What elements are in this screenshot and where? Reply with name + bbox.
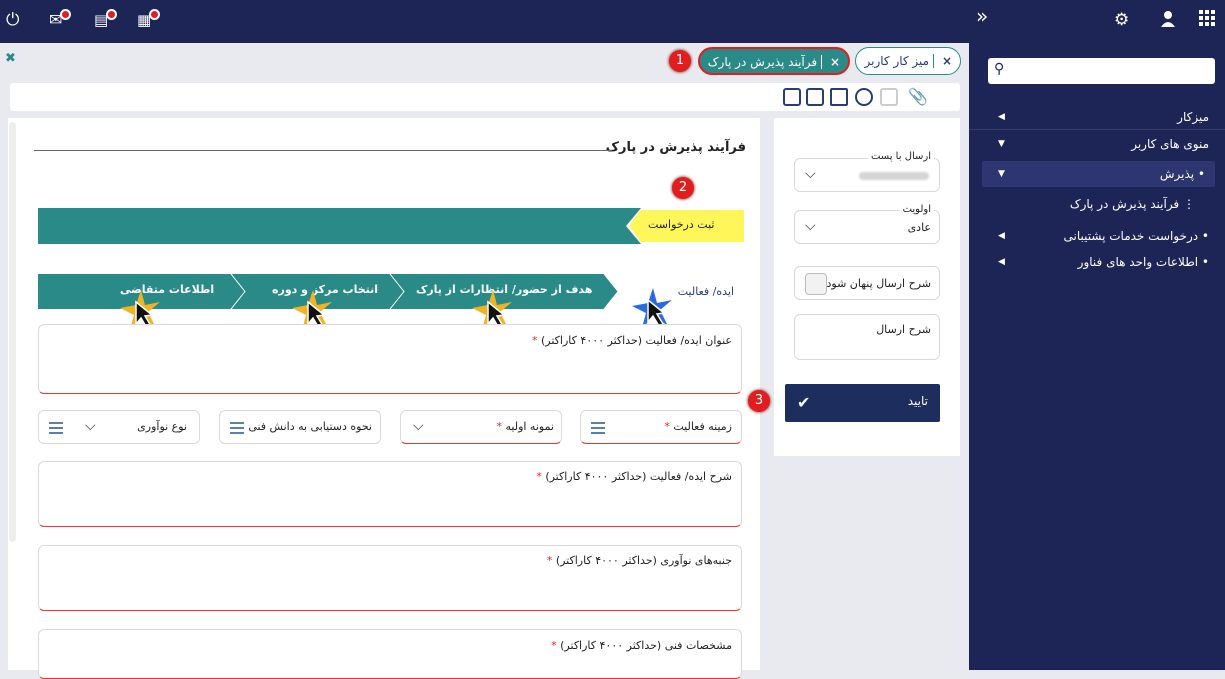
chevron-down-icon: ⌵ bbox=[413, 418, 424, 434]
step-bar-top bbox=[38, 208, 746, 244]
apps-grid-icon[interactable] bbox=[1199, 10, 1215, 31]
sidebar: ⚲ میزکار ◀ منوی های کاربر ▼ • پذیرش ▼ ⋮ … bbox=[969, 43, 1225, 670]
technical-specs-label: مشخصات فنی (حداکثر ۴۰۰۰ کاراکتر) * bbox=[551, 639, 732, 652]
chevron-down-icon: ⌵ bbox=[805, 218, 816, 234]
calendar-icon[interactable]: ▦ bbox=[137, 9, 161, 30]
hide-description-toggle[interactable]: شرح ارسال پنهان شود bbox=[794, 266, 940, 300]
send-by-post-label: ارسال با پست bbox=[867, 151, 934, 162]
sidebar-item-tech-units[interactable]: • اطلاعات واحد های فناور ◀ bbox=[969, 249, 1225, 275]
document-icon[interactable]: ▤ bbox=[94, 9, 118, 30]
chevron-down-icon: ▼ bbox=[998, 139, 1005, 149]
save-as-icon[interactable] bbox=[806, 88, 824, 106]
scrollbar-track[interactable] bbox=[9, 122, 16, 542]
chevron-left-icon: ◀ bbox=[998, 231, 1005, 241]
tab-close-icon[interactable]: × bbox=[942, 54, 952, 68]
search-input[interactable]: ⚲ bbox=[988, 58, 1215, 84]
priority-label: اولویت bbox=[899, 204, 934, 215]
idea-description-label: شرح ایده/ فعالیت (حداکثر ۴۰۰۰ کاراکتر) * bbox=[536, 470, 732, 483]
tab-label: فرآیند پذیرش در پارک bbox=[707, 55, 818, 69]
chevron-left-icon: ◀ bbox=[998, 257, 1005, 267]
attachment-icon[interactable]: 📎 bbox=[908, 87, 928, 106]
list-icon bbox=[230, 422, 244, 434]
chevron-down-icon: ⌵ bbox=[85, 418, 96, 434]
confirm-label: تایید bbox=[907, 394, 928, 408]
save-icon[interactable] bbox=[783, 88, 801, 106]
innovation-type-label: نوع نوآوری bbox=[137, 420, 187, 433]
idea-title-label: عنوان ایده/ فعالیت (حداکثر ۴۰۰۰ کاراکتر)… bbox=[532, 334, 732, 347]
chevron-down-icon: ▼ bbox=[998, 169, 1005, 179]
sidebar-item-user-menus[interactable]: منوی های کاربر ▼ bbox=[969, 131, 1225, 157]
list-icon bbox=[49, 422, 63, 434]
access-method-label: نحوه دستیابی به دانش فنی bbox=[248, 420, 372, 433]
priority-select[interactable]: ⌵ عادی bbox=[794, 210, 940, 244]
send-by-post-value bbox=[859, 172, 929, 180]
chevron-left-icon: ◀ bbox=[998, 112, 1005, 122]
tab-admission-process[interactable]: × فرآیند پذیرش در پارک bbox=[698, 47, 850, 75]
sidebar-item-desk[interactable]: میزکار ◀ bbox=[969, 104, 1225, 130]
innovation-aspects-label: جنبه‌های نوآوری (حداکثر ۴۰۰۰ کاراکتر) * bbox=[546, 554, 732, 567]
technical-specs-field[interactable] bbox=[38, 629, 742, 679]
access-method-select[interactable]: نحوه دستیابی به دانش فنی bbox=[219, 410, 381, 444]
toolbar: 📎 bbox=[10, 83, 960, 111]
step-submit-request[interactable]: ثبت درخواست bbox=[648, 218, 714, 231]
title-divider bbox=[34, 150, 612, 151]
callout-badge-1: 1 bbox=[669, 50, 691, 72]
sidebar-item-support[interactable]: • درخواست خدمات پشتیبانی ◀ bbox=[969, 223, 1225, 249]
send-panel: ⌵ ارسال با پست ⌵ عادی اولویت شرح ارسال پ… bbox=[748, 118, 960, 456]
tab-strip: ✖ 1 × فرآیند پذیرش در پارک × میز کار کار… bbox=[0, 43, 969, 78]
collapse-icon[interactable]: » bbox=[976, 6, 988, 26]
callout-badge-3: 3 bbox=[748, 390, 770, 412]
innovation-type-select[interactable]: ⌵ نوع نوآوری bbox=[38, 410, 200, 444]
sidebar-item-admission[interactable]: • پذیرش ▼ bbox=[982, 161, 1215, 187]
prototype-label: نمونه اولیه * bbox=[496, 420, 555, 433]
send-description-field[interactable]: شرح ارسال bbox=[794, 314, 940, 360]
refresh-save-icon[interactable] bbox=[830, 88, 848, 106]
chevron-down-icon: ⌵ bbox=[805, 166, 816, 182]
mail-icon[interactable]: ✉ bbox=[49, 9, 72, 30]
confirm-button[interactable]: ✔ تایید bbox=[785, 384, 940, 422]
activity-field-label: زمینه فعالیت * bbox=[664, 420, 732, 433]
export-icon bbox=[880, 88, 898, 106]
form-panel: فرآیند پذیرش در پارک 2 ثبت درخواست ایده/… bbox=[8, 118, 760, 679]
send-description-label: شرح ارسال bbox=[876, 323, 931, 336]
page-title: فرآیند پذیرش در پارک bbox=[605, 140, 746, 155]
callout-badge-2: 2 bbox=[672, 177, 694, 199]
priority-value: عادی bbox=[907, 221, 931, 234]
power-icon[interactable]: ⏻ bbox=[6, 10, 19, 30]
list-icon bbox=[591, 422, 605, 434]
top-bar: ⏻ ✉ ▤ ▦ » ⚙ bbox=[0, 0, 1225, 43]
tab-user-desk[interactable]: × میز کار کاربر bbox=[855, 47, 961, 75]
tab-label: میز کار کاربر bbox=[864, 54, 930, 68]
gear-icon[interactable]: ⚙ bbox=[1114, 10, 1129, 30]
tab-close-icon[interactable]: × bbox=[830, 55, 840, 69]
search-icon: ⚲ bbox=[994, 61, 1005, 77]
close-all-icon[interactable]: ✖ bbox=[5, 51, 16, 66]
sidebar-item-park-admission[interactable]: ⋮ فرآیند پذیرش در پارک bbox=[1070, 191, 1195, 217]
step-idea[interactable]: ایده/ فعالیت bbox=[678, 285, 734, 298]
send-by-post-select[interactable]: ⌵ bbox=[794, 158, 940, 192]
checkbox[interactable] bbox=[805, 273, 827, 295]
hide-description-label: شرح ارسال پنهان شود bbox=[826, 277, 931, 290]
history-icon[interactable] bbox=[855, 88, 873, 106]
check-icon: ✔ bbox=[797, 393, 811, 412]
user-icon[interactable] bbox=[1159, 10, 1177, 33]
